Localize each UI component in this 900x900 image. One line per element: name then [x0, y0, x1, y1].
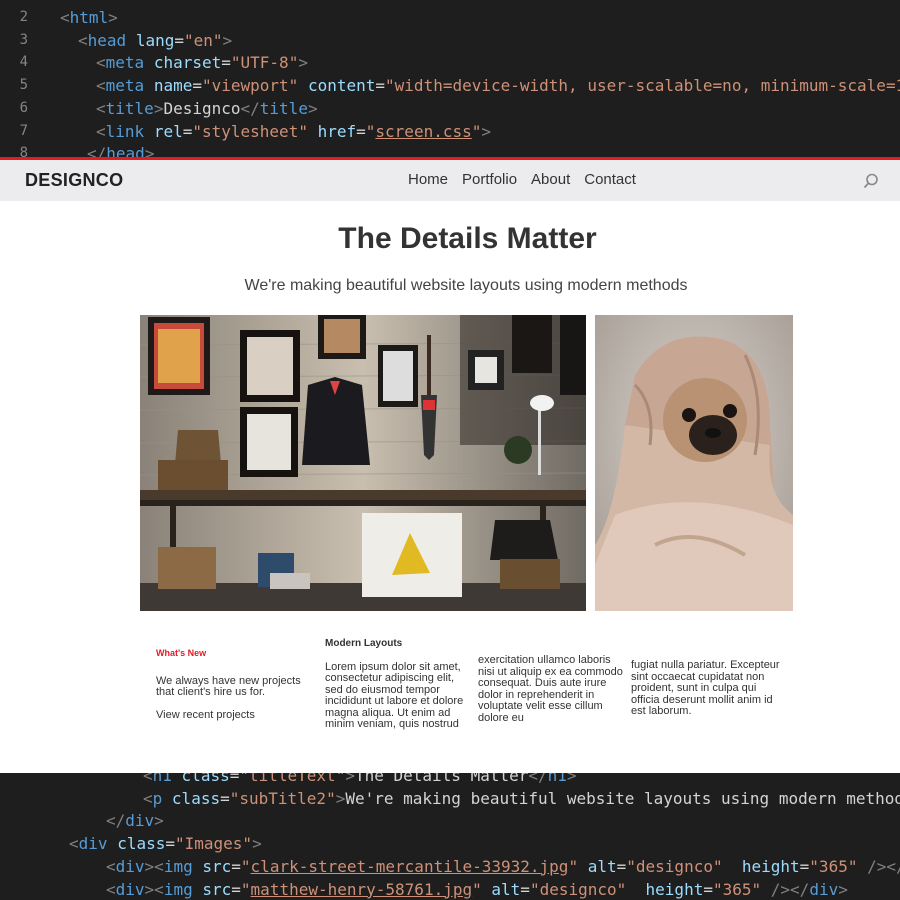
whats-new-column: What's New We always have new projects t… — [156, 648, 306, 721]
code-text: </div> — [106, 811, 164, 831]
nav-home[interactable]: Home — [408, 171, 448, 188]
code-text: <div><img src="clark-street-mercantile-3… — [106, 856, 900, 876]
view-recent-projects-link[interactable]: View recent projects — [156, 709, 306, 722]
site-logo[interactable]: DESIGNCO — [25, 170, 123, 191]
line-number: 6 — [19, 99, 28, 116]
line-number: 8 — [19, 145, 28, 157]
code-line: 4 <meta charset="UTF-8"> — [0, 51, 900, 74]
line-number: 4 — [19, 54, 28, 71]
code-line: <p class="subTitle2">We're making beauti… — [0, 787, 900, 810]
code-editor-top[interactable]: 2 <html> 3 <head lang="en"> 4 <meta charset="… — [0, 0, 900, 157]
code-line: 8 </head> — [0, 142, 900, 157]
site-navbar: DESIGNCO Home Portfolio About Contact — [0, 160, 900, 201]
modern-layouts-column-2: exercitation ullamco laboris nisi ut ali… — [478, 654, 623, 724]
code-line: 2 <html> — [0, 6, 900, 29]
code-line: <h1 class="titleText">The Details Matter… — [0, 773, 900, 787]
modern-layouts-column-1: Modern Layouts Lorem ipsum dolor sit ame… — [325, 638, 473, 731]
modern-layouts-heading: Modern Layouts — [325, 638, 403, 649]
modern-layouts-text-2: exercitation ullamco laboris nisi ut ali… — [478, 654, 623, 724]
line-number: 3 — [19, 31, 28, 48]
code-line: 7 <link rel="stylesheet" href="screen.css… — [0, 120, 900, 143]
search-icon[interactable] — [862, 172, 880, 190]
site-nav: Home Portfolio About Contact — [408, 171, 636, 188]
nav-portfolio[interactable]: Portfolio — [462, 171, 517, 188]
code-text: <title>Designco</title> — [96, 98, 318, 118]
line-number: 7 — [19, 122, 28, 139]
modern-layouts-text-1: Lorem ipsum dolor sit amet, consectetur … — [325, 660, 464, 730]
code-editor-bottom[interactable]: <h1 class="titleText">The Details Matter… — [0, 773, 900, 900]
code-line: <div class="Images"> — [0, 832, 900, 855]
code-text: <div class="Images"> — [69, 834, 262, 854]
code-text: <div><img src="matthew-henry-58761.jpg" … — [106, 879, 848, 899]
browser-preview: DESIGNCO Home Portfolio About Contact Th… — [0, 157, 900, 773]
code-text: <h1 class="titleText">The Details Matter… — [143, 773, 577, 785]
code-text: <head lang="en"> — [78, 30, 233, 50]
pug-blanket-image — [595, 315, 793, 611]
modern-layouts-column-3: fugiat nulla pariatur. Excepteur sint oc… — [631, 659, 781, 718]
code-text: <html> — [60, 8, 118, 27]
nav-contact[interactable]: Contact — [584, 171, 636, 188]
code-text: <p class="subTitle2">We're making beauti… — [143, 788, 900, 808]
code-text: <link rel="stylesheet" href="screen.css"… — [96, 121, 492, 141]
line-number: 5 — [19, 77, 28, 94]
whats-new-body: We always have new projects that client'… — [156, 674, 301, 698]
whats-new-heading: What's New — [156, 648, 207, 658]
line-number: 2 — [19, 9, 28, 25]
code-line: 5 <meta name="viewport" content="width=de… — [0, 74, 900, 97]
shop-interior-image — [140, 315, 586, 611]
code-line: </div> — [0, 809, 900, 832]
code-line: 6 <title>Designco</title> — [0, 97, 900, 120]
code-text: <meta name="viewport" content="width=dev… — [96, 76, 900, 96]
code-line: 3 <head lang="en"> — [0, 29, 900, 52]
page-title: The Details Matter — [338, 222, 597, 255]
code-text: <meta charset="UTF-8"> — [96, 53, 308, 73]
code-line: <div><img src="matthew-henry-58761.jpg" … — [0, 878, 900, 900]
code-line: <div><img src="clark-street-mercantile-3… — [0, 855, 900, 878]
nav-about[interactable]: About — [531, 171, 570, 188]
code-text: </head> — [87, 144, 155, 157]
page-subtitle: We're making beautiful website layouts u… — [244, 277, 688, 294]
modern-layouts-text-3: fugiat nulla pariatur. Excepteur sint oc… — [631, 659, 780, 717]
